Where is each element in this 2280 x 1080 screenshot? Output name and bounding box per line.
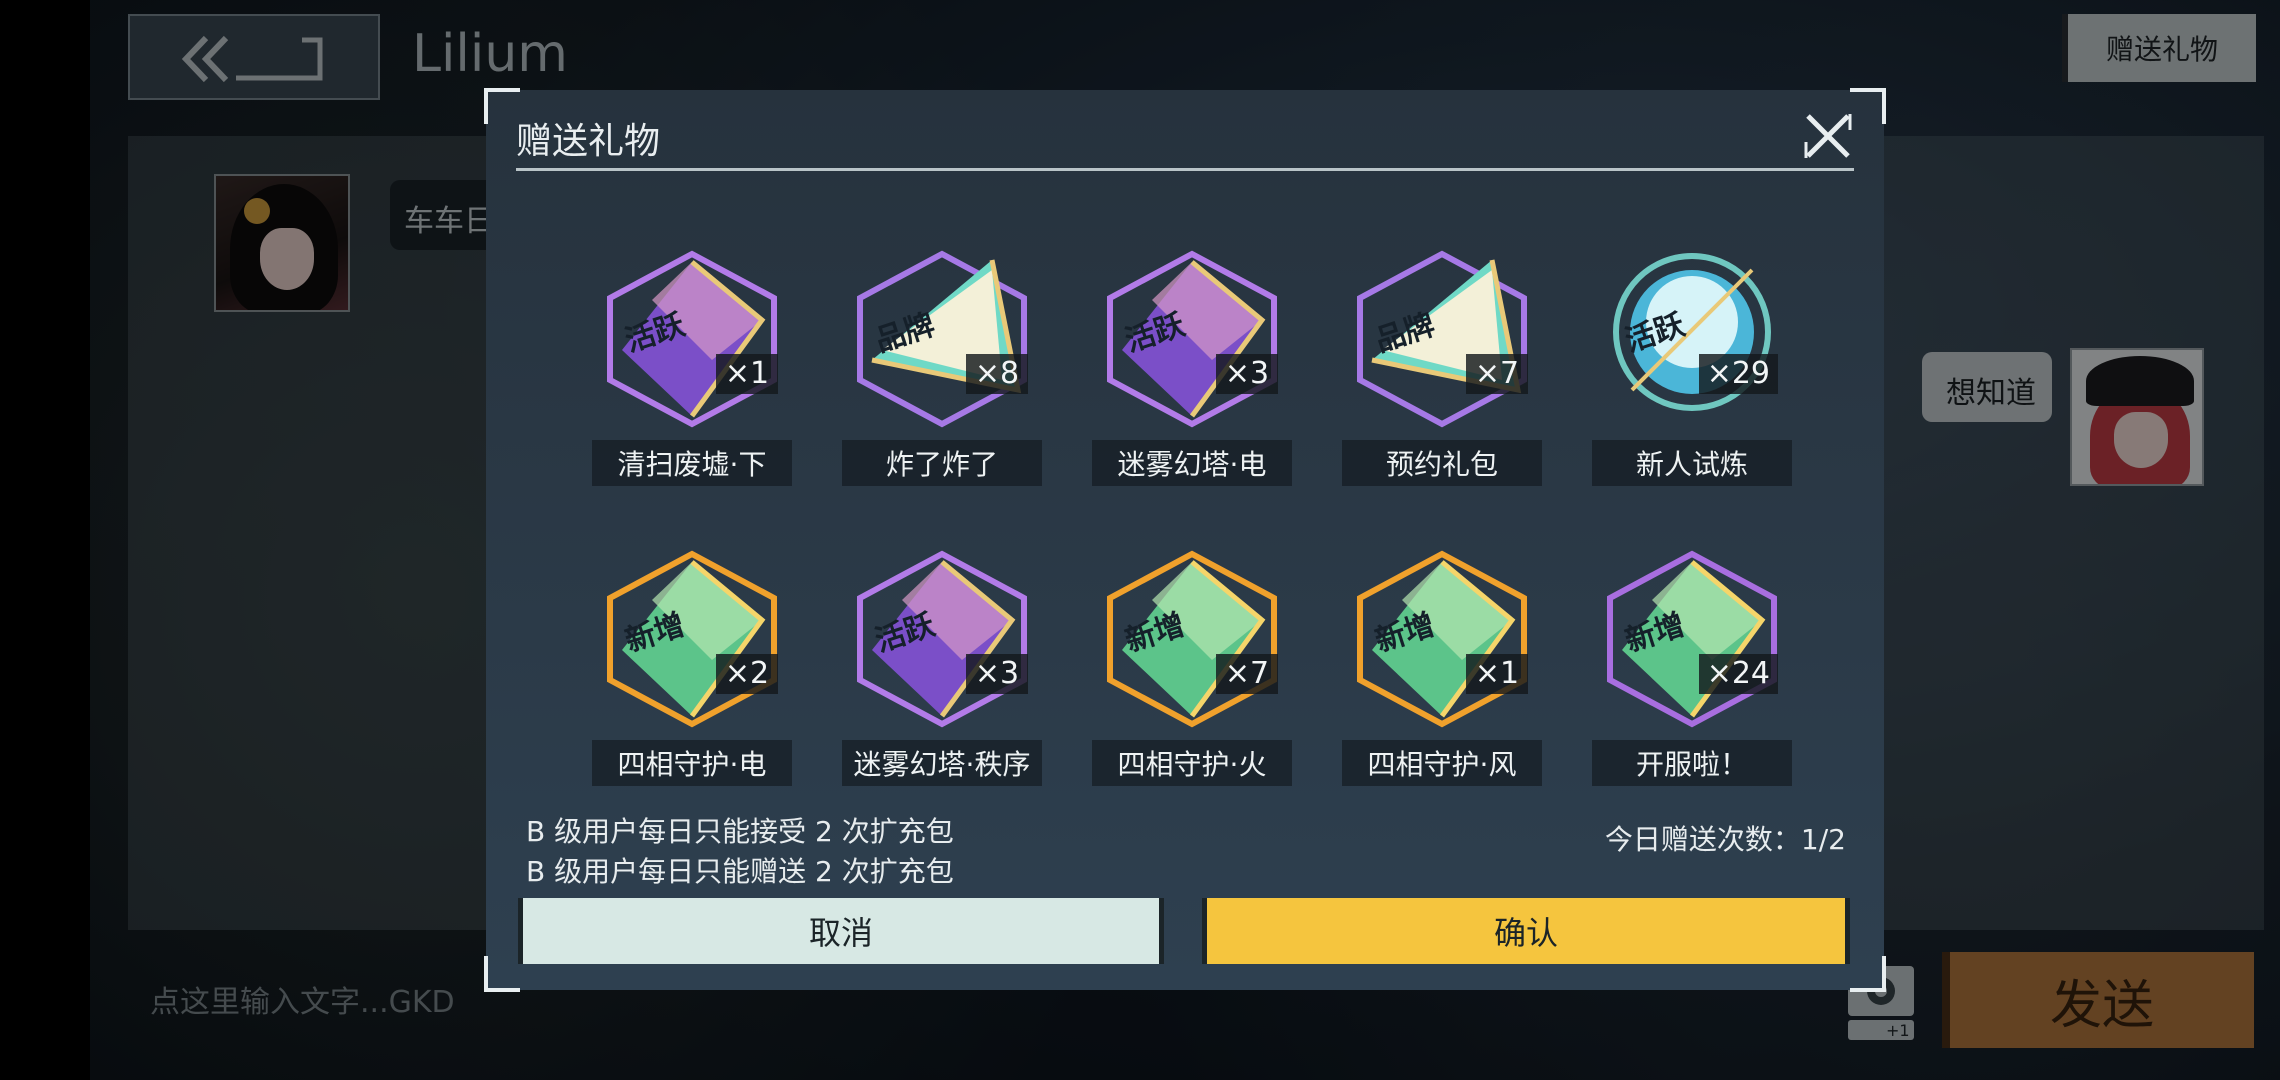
gift-count: ×2 [716,654,778,694]
gift-count: ×24 [1698,654,1778,694]
gift-name: 四相守护·风 [1342,740,1542,786]
confirm-button[interactable]: 确认 [1202,898,1850,964]
gift-count: ×3 [1216,354,1278,394]
gift-pack-icon [857,250,1027,428]
gift-pack-icon [1107,550,1277,728]
gift-name: 四相守护·电 [592,740,792,786]
gift-item[interactable]: 活跃 ×29 新人试炼 [1592,240,1792,500]
gift-item[interactable]: 品牌 ×8 炸了炸了 [842,240,1042,500]
dialog-title: 赠送礼物 [516,121,661,162]
gift-count: ×1 [1466,654,1528,694]
gift-pack-icon [607,550,777,728]
gift-item[interactable]: 活跃 ×1 清扫废墟·下 [592,240,792,500]
rule-send: B 级用户每日只能赠送 2 次扩充包 [526,855,954,888]
gift-pack-icon [1357,250,1527,428]
gift-item[interactable]: 品牌 ×7 预约礼包 [1342,240,1542,500]
gift-item[interactable]: 活跃 ×3 迷雾幻塔·电 [1092,240,1292,500]
gift-dialog: 赠送礼物 活跃 ×1 清扫废墟·下 品牌 ×8 炸了炸了 活跃 ×3 迷雾幻塔·… [484,88,1886,992]
gift-count: ×8 [966,354,1028,394]
gift-pack-icon [1613,253,1771,411]
close-icon [1804,114,1852,158]
gift-name: 迷雾幻塔·电 [1092,440,1292,486]
gift-count: ×1 [716,354,778,394]
gift-item[interactable]: 新增 ×2 四相守护·电 [592,540,792,800]
rule-receive: B 级用户每日只能接受 2 次扩充包 [526,815,954,848]
gift-item[interactable]: 新增 ×7 四相守护·火 [1092,540,1292,800]
gift-item[interactable]: 新增 ×1 四相守护·风 [1342,540,1542,800]
gift-count: ×29 [1698,354,1778,394]
gift-pack-icon [1357,550,1527,728]
gift-item[interactable]: 新增 ×24 开服啦！ [1592,540,1792,800]
gift-count: ×7 [1466,354,1528,394]
gift-item[interactable]: 活跃 ×3 迷雾幻塔·秩序 [842,540,1042,800]
gift-pack-icon [1107,250,1277,428]
gift-pack-icon [607,250,777,428]
gift-rules: B 级用户每日只能接受 2 次扩充包 B 级用户每日只能赠送 2 次扩充包 [526,812,954,892]
gift-pack-icon [857,550,1027,728]
gift-grid: 活跃 ×1 清扫废墟·下 品牌 ×8 炸了炸了 活跃 ×3 迷雾幻塔·电 品牌 … [592,240,1792,890]
close-button[interactable] [1802,110,1854,162]
gift-name: 清扫废墟·下 [592,440,792,486]
divider [516,168,1854,171]
gift-name: 四相守护·火 [1092,740,1292,786]
today-gift-count: 今日赠送次数：1/2 [1604,823,1846,856]
gift-name: 炸了炸了 [842,440,1042,486]
cancel-button[interactable]: 取消 [518,898,1164,964]
gift-name: 预约礼包 [1342,440,1542,486]
gift-count: ×3 [966,654,1028,694]
gift-name: 迷雾幻塔·秩序 [842,740,1042,786]
gift-name: 开服啦！ [1592,740,1792,786]
gift-name: 新人试炼 [1592,440,1792,486]
gift-count: ×7 [1216,654,1278,694]
gift-pack-icon [1607,550,1777,728]
